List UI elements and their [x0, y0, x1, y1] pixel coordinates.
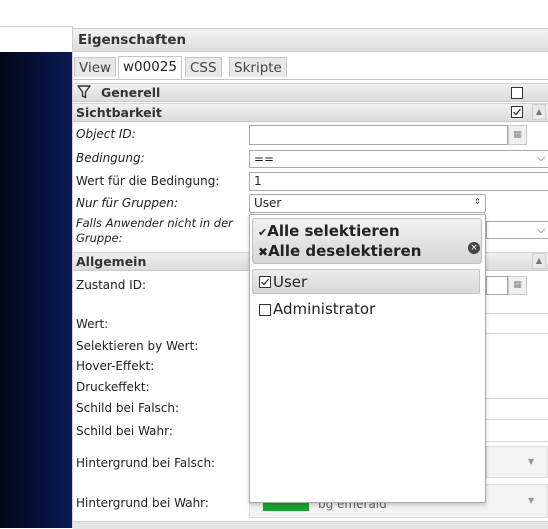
editor-toolbar-strip	[0, 26, 72, 53]
scroll-up-icon[interactable]: ▲	[532, 104, 546, 120]
druck-label: Druckeffekt:	[76, 380, 150, 394]
option-label[interactable]: User	[273, 273, 307, 291]
chevron-down-icon: ⌵	[537, 223, 546, 236]
panel-title-bar: Eigenschaften	[73, 28, 548, 52]
hg-falsch-label: Hintergrund bei Falsch:	[76, 456, 216, 470]
bedingung-value: ==	[254, 152, 275, 166]
chevron-down-icon: ⌵	[537, 151, 546, 164]
object-id-input[interactable]	[249, 125, 508, 145]
tab-view[interactable]: View	[74, 57, 117, 77]
tab-widget[interactable]: w00025	[118, 56, 182, 79]
scroll-up-icon[interactable]: ▲	[532, 253, 546, 269]
wert-label: Wert:	[76, 317, 109, 331]
falls-anwender-label-1: Falls Anwender nicht in der	[76, 216, 233, 230]
option-checkbox[interactable]	[259, 276, 271, 288]
zustand-id-label: Zustand ID:	[76, 278, 146, 292]
editor-canvas[interactable]	[0, 52, 72, 528]
object-id-label: Object ID:	[76, 127, 136, 141]
check-icon: ✔	[258, 226, 268, 239]
generell-checkbox[interactable]	[511, 87, 523, 99]
tab-css[interactable]: CSS	[185, 57, 222, 77]
tab-skripte[interactable]: Skripte	[229, 57, 287, 77]
close-icon: ✖	[258, 245, 269, 259]
bedingung-label: Bedingung:	[76, 151, 145, 165]
falls-anwender-label-2: Gruppe:	[76, 231, 123, 245]
nur-gruppen-select[interactable]: User	[249, 194, 486, 213]
filter-icon	[77, 85, 91, 102]
deselect-all-link[interactable]: ✖Alle deselektieren	[258, 242, 421, 260]
sichtbarkeit-checkbox[interactable]	[511, 106, 523, 118]
selektieren-label: Selektieren by Wert:	[76, 339, 199, 353]
nur-gruppen-label: Nur für Gruppen:	[76, 196, 179, 210]
schild-wahr-label: Schild bei Wahr:	[76, 424, 173, 438]
chevron-down-icon: ▼	[528, 457, 535, 466]
option-label[interactable]: Administrator	[273, 300, 375, 318]
wert-bedingung-input[interactable]: 1	[249, 172, 548, 191]
zustand-id-picker-button[interactable]: ▦	[508, 276, 527, 295]
section-sichtbarkeit-title: Sichtbarkeit	[76, 105, 162, 120]
chevron-down-icon: ▼	[528, 496, 535, 505]
select-all-link[interactable]: ✔Alle selektieren	[258, 222, 400, 240]
hg-falsch-select[interactable]	[486, 446, 548, 478]
section-sichtbarkeit[interactable]: Sichtbarkeit	[73, 103, 548, 122]
object-id-picker-button[interactable]: ▦	[508, 125, 527, 145]
select-arrows-icon: ⇕	[474, 197, 481, 206]
hg-wahr-label: Hintergrund bei Wahr:	[76, 496, 209, 510]
section-allgemein-title: Allgemein	[76, 254, 147, 269]
schild-falsch-label: Schild bei Falsch:	[76, 401, 180, 415]
close-circle-icon[interactable]: ×	[468, 242, 480, 254]
tabs-divider	[73, 79, 548, 80]
color-swatch	[263, 503, 309, 511]
nur-gruppen-value: User	[254, 196, 282, 210]
section-generell-title: Generell	[101, 85, 161, 100]
zustand-id-input[interactable]	[486, 276, 508, 295]
section-generell[interactable]: Generell	[73, 83, 548, 102]
option-checkbox[interactable]	[259, 304, 271, 316]
hover-label: Hover-Effekt:	[76, 359, 155, 373]
bedingung-select[interactable]: ==	[249, 150, 548, 168]
wert-bedingung-label: Wert für die Bedingung:	[76, 174, 220, 188]
panel-title: Eigenschaften	[78, 32, 187, 48]
